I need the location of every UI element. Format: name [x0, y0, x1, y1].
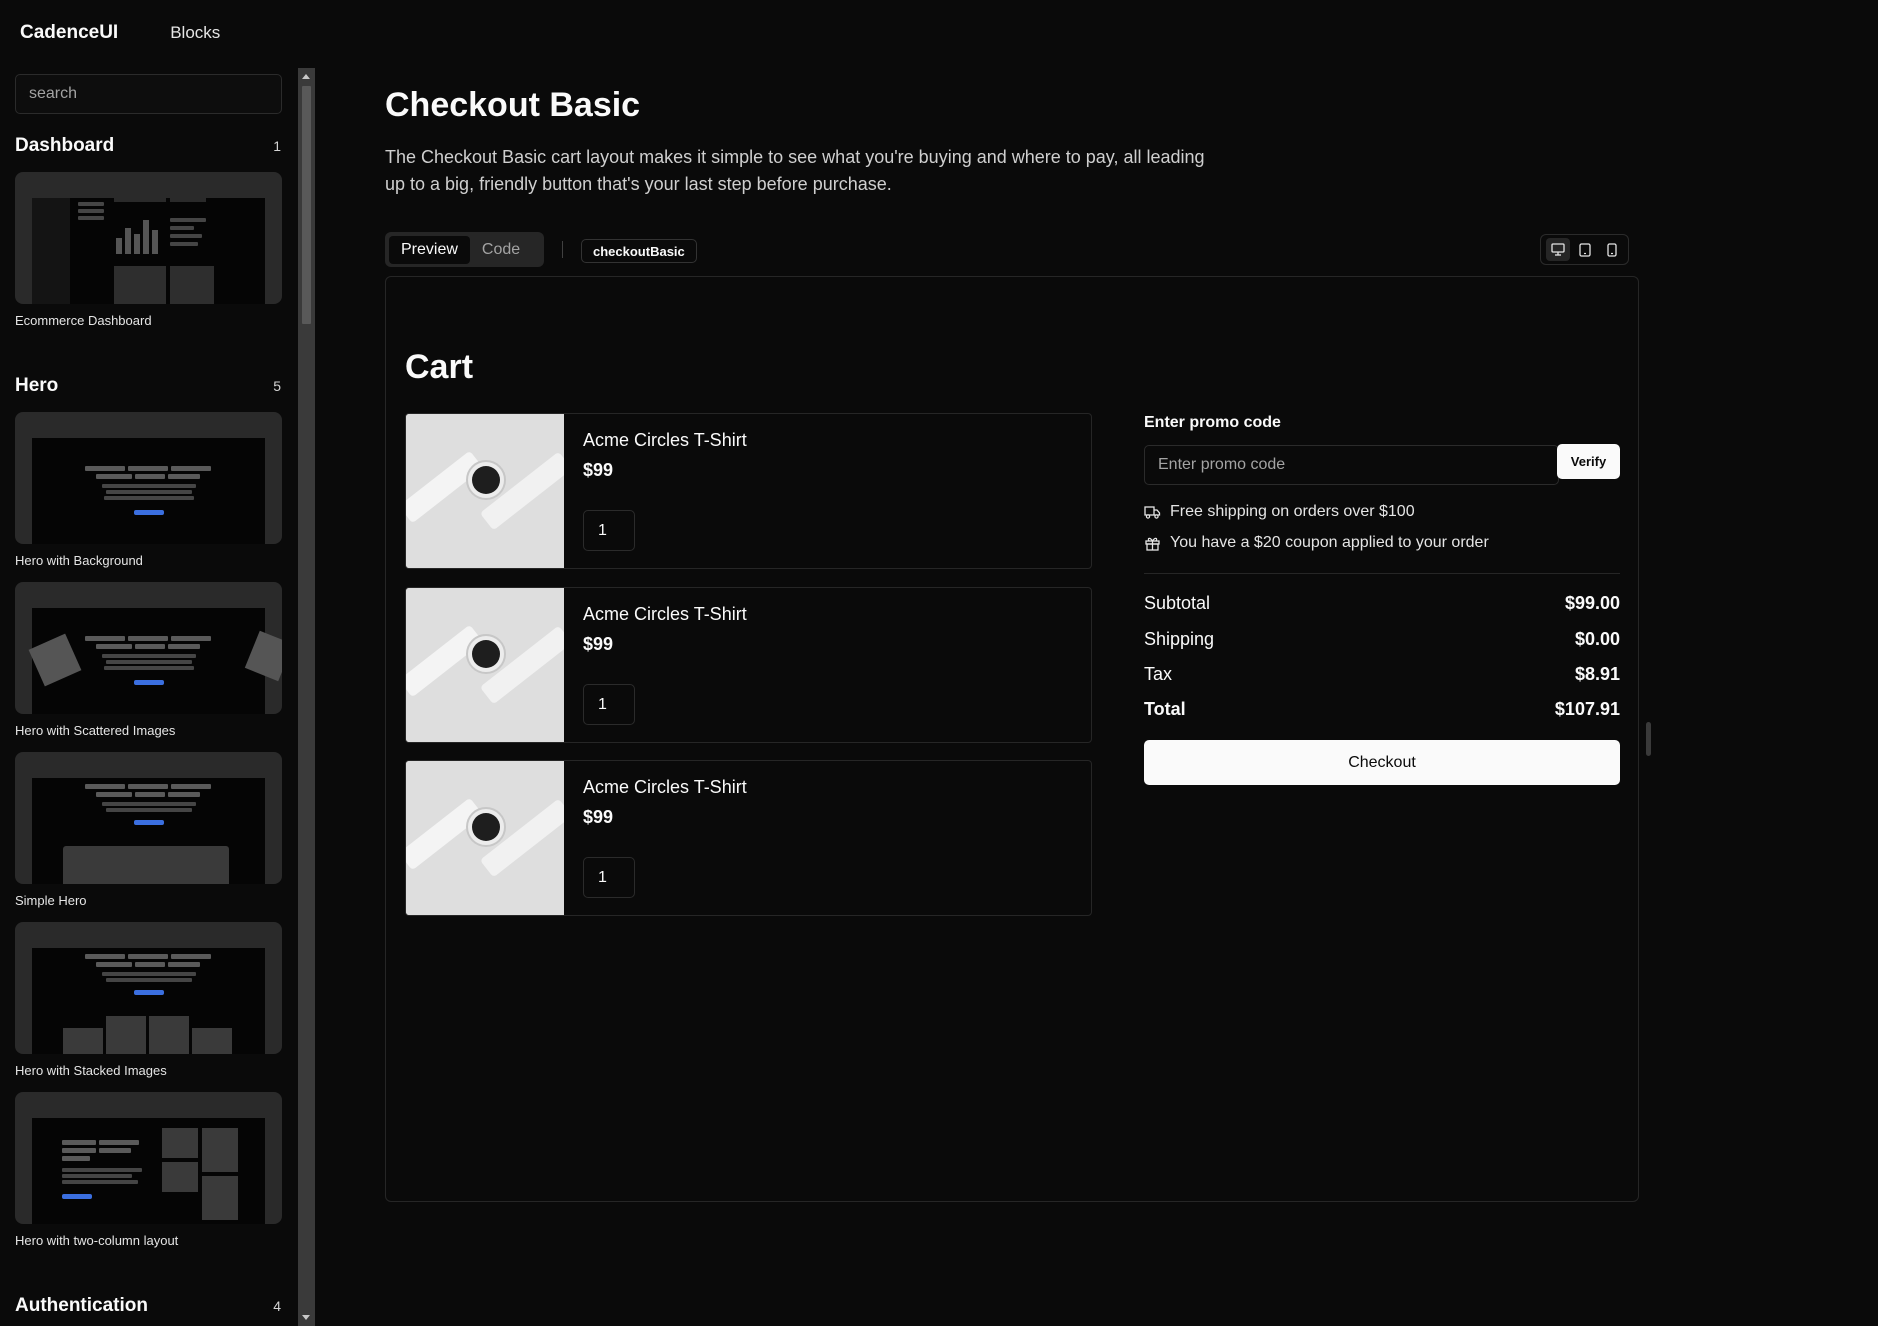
- cart-item: Acme Circles T-Shirt $99: [405, 587, 1092, 743]
- summary-value: $0.00: [1574, 629, 1620, 649]
- sidebar: Dashboard 1: [0, 66, 298, 1326]
- section-title: Hero: [15, 375, 59, 396]
- block-label: Hero with two-column layout: [15, 1233, 179, 1248]
- cart-item: Acme Circles T-Shirt $99: [405, 760, 1092, 916]
- summary-row-shipping: Shipping $0.00: [1144, 629, 1620, 650]
- desktop-icon[interactable]: [1545, 238, 1570, 261]
- perk-coupon: You have a $20 coupon applied to your or…: [1144, 534, 1489, 552]
- device-toggle: [1540, 234, 1629, 265]
- perk-text: You have a $20 coupon applied to your or…: [1170, 534, 1489, 551]
- item-name: Acme Circles T-Shirt: [583, 777, 747, 797]
- summary-label: Total: [1144, 699, 1186, 719]
- item-name: Acme Circles T-Shirt: [583, 604, 747, 624]
- block-card-hero-with-stacked-images[interactable]: Hero with Stacked Images: [15, 922, 283, 1078]
- scrollbar-thumb[interactable]: [302, 86, 311, 324]
- cart-item: Acme Circles T-Shirt $99: [405, 413, 1092, 569]
- section-header-dashboard: Dashboard 1: [15, 134, 283, 158]
- block-thumbnail: [15, 752, 282, 884]
- block-label: Hero with Stacked Images: [15, 1063, 167, 1078]
- block-label: Ecommerce Dashboard: [15, 313, 152, 328]
- promo-code-input[interactable]: [1144, 445, 1559, 485]
- promo-label: Enter promo code: [1144, 414, 1281, 431]
- perk-text: Free shipping on orders over $100: [1170, 503, 1415, 520]
- block-label: Simple Hero: [15, 893, 87, 908]
- page-description: The Checkout Basic cart layout makes it …: [385, 147, 1205, 194]
- block-thumbnail: [15, 582, 282, 714]
- summary-row-total: Total $107.91: [1144, 699, 1620, 720]
- item-price: $99: [583, 807, 614, 827]
- block-label: Hero with Background: [15, 553, 143, 568]
- block-thumbnail: [15, 412, 282, 544]
- product-image: [406, 588, 564, 742]
- section-header-hero: Hero 5: [15, 374, 283, 398]
- section-count: 1: [273, 138, 281, 154]
- summary-value: $107.91: [1554, 699, 1620, 719]
- scroll-up-arrow-icon[interactable]: [302, 74, 310, 79]
- section-header-authentication: Authentication 4: [15, 1294, 283, 1318]
- section-count: 5: [273, 378, 281, 394]
- summary-row-tax: Tax $8.91: [1144, 664, 1620, 685]
- block-id-badge: checkoutBasic: [581, 239, 697, 263]
- block-thumbnail: [15, 1092, 282, 1224]
- block-card-ecommerce-dashboard[interactable]: Ecommerce Dashboard: [15, 172, 283, 328]
- quantity-input[interactable]: [583, 510, 635, 551]
- summary-label: Tax: [1144, 664, 1173, 684]
- item-name: Acme Circles T-Shirt: [583, 430, 747, 450]
- divider: [562, 241, 563, 258]
- divider: [1144, 573, 1620, 574]
- cart-title: Cart: [405, 348, 474, 386]
- view-tabs: Preview Code: [385, 232, 544, 267]
- item-price: $99: [583, 634, 614, 654]
- item-price: $99: [583, 460, 614, 480]
- block-card-simple-hero[interactable]: Simple Hero: [15, 752, 283, 908]
- search-input[interactable]: [15, 74, 282, 114]
- quantity-input[interactable]: [583, 857, 635, 898]
- page-title: Checkout Basic: [385, 86, 641, 124]
- scroll-down-arrow-icon[interactable]: [302, 1315, 310, 1320]
- preview-frame: Cart Acme Circles T-Shirt $99 1 Acme Cir…: [385, 276, 1639, 1202]
- summary-value: $8.91: [1574, 664, 1620, 684]
- block-label: Hero with Scattered Images: [15, 723, 176, 738]
- block-card-hero-with-background[interactable]: Hero with Background: [15, 412, 283, 568]
- block-card-hero-with-scattered-images[interactable]: Hero with Scattered Images: [15, 582, 283, 738]
- summary-row-subtotal: Subtotal $99.00: [1144, 593, 1620, 614]
- truck-icon: [1144, 506, 1161, 519]
- section-count: 4: [273, 1298, 281, 1314]
- summary-label: Shipping: [1144, 629, 1215, 649]
- section-title: Authentication: [15, 1295, 148, 1316]
- product-image: [406, 761, 564, 915]
- section-title: Dashboard: [15, 135, 115, 156]
- nav-link-blocks[interactable]: Blocks: [170, 23, 220, 43]
- top-nav: CadenceUI Blocks: [0, 0, 1878, 66]
- brand-logo[interactable]: CadenceUI: [20, 22, 118, 44]
- mobile-icon[interactable]: [1600, 238, 1624, 261]
- block-card-hero-with-two-column-layout[interactable]: Hero with two-column layout: [15, 1092, 283, 1248]
- resize-handle[interactable]: [1646, 722, 1651, 756]
- sidebar-scrollbar[interactable]: [298, 68, 315, 1326]
- perk-free-shipping: Free shipping on orders over $100: [1144, 503, 1415, 521]
- gift-icon: [1145, 537, 1160, 551]
- tablet-icon[interactable]: [1573, 238, 1597, 261]
- summary-label: Subtotal: [1144, 593, 1211, 613]
- block-thumbnail: [15, 172, 282, 304]
- product-image: [406, 414, 564, 568]
- quantity-input[interactable]: [583, 684, 635, 725]
- tab-preview[interactable]: Preview: [389, 235, 470, 264]
- summary-value: $99.00: [1564, 593, 1620, 613]
- verify-button[interactable]: Verify: [1557, 444, 1620, 479]
- tab-code[interactable]: Code: [470, 236, 532, 264]
- block-thumbnail: [15, 922, 282, 1054]
- checkout-button[interactable]: Checkout: [1144, 740, 1620, 785]
